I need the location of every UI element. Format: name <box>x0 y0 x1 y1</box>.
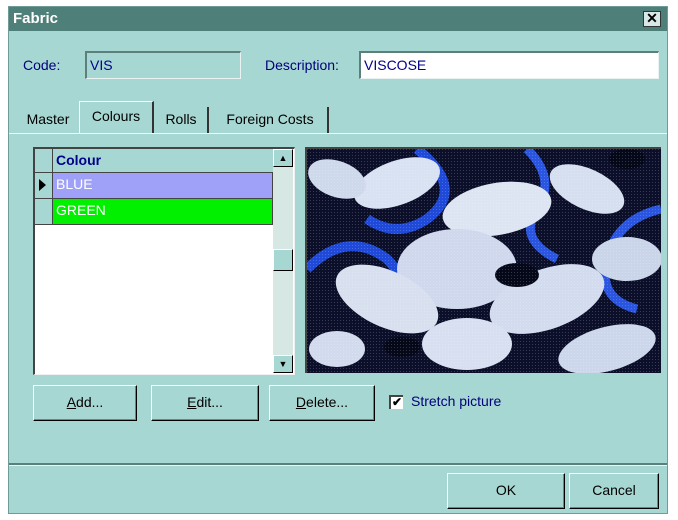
stretch-picture-checkbox[interactable]: ✔ <box>389 395 403 409</box>
delete-label: elete... <box>306 394 349 410</box>
fabric-dialog: Fabric ✕ Code: VIS Description: VISCOSE … <box>8 6 668 514</box>
add-button[interactable]: Add... <box>33 385 137 421</box>
row-header[interactable] <box>35 199 53 225</box>
grid-corner <box>35 149 53 173</box>
tab-master-label: Master <box>26 111 70 127</box>
delete-button[interactable]: Delete... <box>269 385 375 421</box>
description-label: Description: <box>265 57 339 73</box>
ok-button[interactable]: OK <box>447 473 565 509</box>
row-indicator-icon[interactable] <box>35 173 53 199</box>
grid-vertical-scrollbar[interactable]: ▲ ▼ <box>273 149 293 373</box>
delete-accelerator: D <box>295 394 307 410</box>
colour-grid[interactable]: Colour BLUE GREEN <box>33 147 295 375</box>
tab-colours[interactable]: Colours <box>79 101 154 134</box>
tab-rolls-label: Rolls <box>165 111 197 127</box>
footer-divider <box>9 463 667 466</box>
scroll-down-icon[interactable]: ▼ <box>273 355 293 373</box>
tab-foreign-costs-label: Foreign Costs <box>226 111 314 127</box>
code-field[interactable]: VIS <box>85 51 241 79</box>
add-label: dd... <box>76 394 104 410</box>
tab-panel-border <box>9 133 667 134</box>
table-row[interactable]: GREEN <box>53 199 273 225</box>
code-label: Code: <box>23 57 61 73</box>
tab-foreign-costs[interactable]: Foreign Costs <box>213 107 329 133</box>
tab-rolls[interactable]: Rolls <box>155 107 209 133</box>
colour-column-header[interactable]: Colour <box>53 149 273 173</box>
edit-label: dit... <box>196 394 223 410</box>
scroll-up-icon[interactable]: ▲ <box>273 149 293 167</box>
table-row[interactable]: BLUE <box>53 173 273 199</box>
tab-master[interactable]: Master <box>17 107 81 133</box>
add-accelerator: A <box>66 394 77 410</box>
fabric-picture <box>305 147 661 373</box>
scroll-thumb[interactable] <box>273 249 293 271</box>
cancel-button[interactable]: Cancel <box>569 473 659 509</box>
close-icon[interactable]: ✕ <box>643 11 661 27</box>
edit-button[interactable]: Edit... <box>151 385 259 421</box>
window-title: Fabric <box>13 10 59 27</box>
description-field[interactable]: VISCOSE <box>359 51 659 79</box>
stretch-picture-label[interactable]: Stretch picture <box>411 393 501 409</box>
title-bar[interactable]: Fabric ✕ <box>9 7 667 31</box>
tab-colours-label: Colours <box>91 108 141 124</box>
